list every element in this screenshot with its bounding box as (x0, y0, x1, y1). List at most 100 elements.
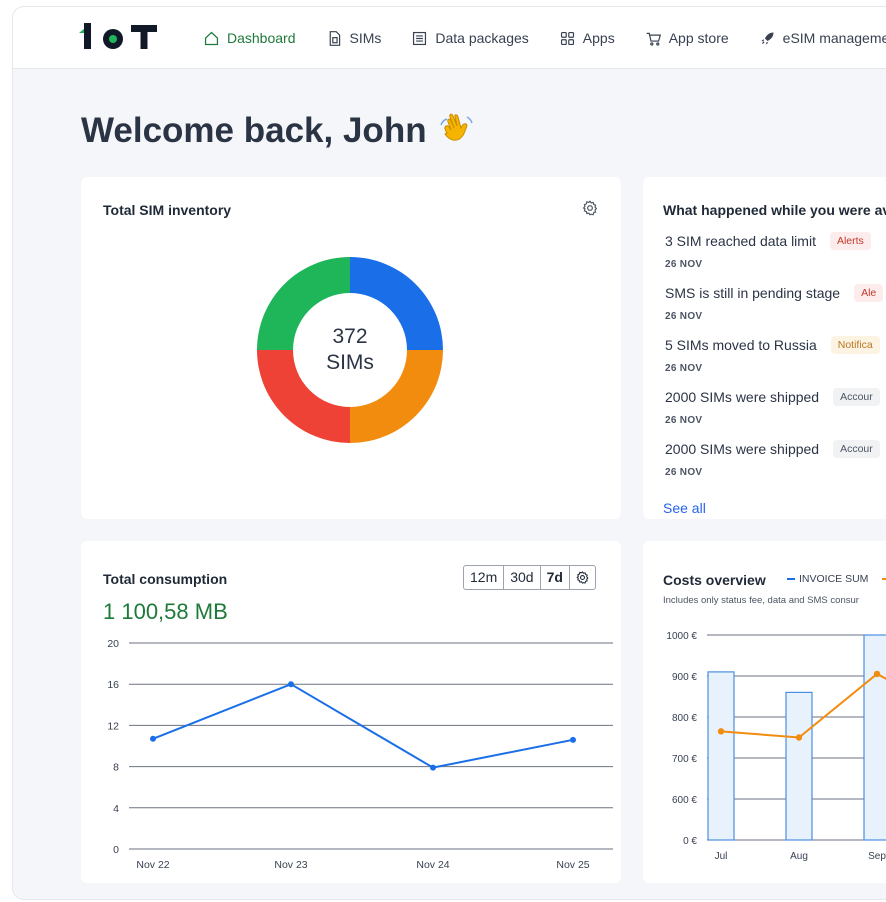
event-item[interactable]: SMS is still in pending stage Ale (665, 284, 884, 302)
consumption-total: 1 100,58 MB (103, 599, 228, 624)
page-title: Welcome back, John (81, 111, 427, 150)
range-selector: 12m 30d 7d (463, 565, 596, 590)
settings-gear-icon (576, 571, 589, 584)
event-date: 26 NOV (665, 467, 703, 478)
see-all-link[interactable]: See all (663, 500, 706, 516)
event-tag: Ale (854, 284, 884, 302)
range-option-7d[interactable]: 7d (541, 566, 570, 589)
y-tick-label: 4 (113, 803, 119, 815)
consumption-card: Total consumption 1 100,58 MB 12m 30d 7d… (81, 541, 621, 883)
app-window: Dashboard SIMs Data packages Apps App st… (12, 6, 886, 900)
event-date: 26 NOV (665, 363, 703, 374)
card-title: Total SIM inventory (103, 202, 232, 218)
legend-item-invoice[interactable]: INVOICE SUM (787, 573, 868, 585)
nav-item-dashboard[interactable]: Dashboard (203, 30, 296, 47)
settings-gear-icon[interactable] (581, 199, 599, 217)
event-tag: Notifica (830, 336, 880, 354)
sim-inventory-card: Total SIM inventory 372 SIMs (81, 177, 621, 519)
nav-item-esim-management[interactable]: eSIM manageme (759, 30, 886, 47)
event-text: 3 SIM reached data limit (665, 233, 816, 249)
top-navigation-bar: Dashboard SIMs Data packages Apps App st… (13, 7, 886, 69)
card-title: Total consumption (103, 571, 228, 587)
package-icon (413, 31, 427, 45)
x-tick-label: Aug (790, 851, 808, 862)
nav-label: SIMs (349, 30, 382, 46)
card-title: What happened while you were av (663, 202, 886, 218)
event-item[interactable]: 5 SIMs moved to Russia Notifica (665, 336, 880, 354)
data-point[interactable] (288, 681, 294, 688)
legend-item-second[interactable] (882, 573, 886, 585)
event-text: 5 SIMs moved to Russia (665, 337, 817, 353)
range-option-12m[interactable]: 12m (464, 566, 505, 589)
range-settings[interactable] (570, 566, 595, 589)
legend-swatch (787, 578, 795, 580)
event-tag: Accour (833, 388, 880, 406)
y-tick-label: 700 € (672, 754, 697, 765)
y-tick-label: 800 € (672, 713, 697, 724)
nav-label: Data packages (435, 30, 529, 46)
donut-center-label: 372 SIMs (295, 324, 405, 376)
1ot-logo[interactable] (79, 21, 159, 53)
y-tick-label: 0 (113, 844, 119, 856)
chart-note: Includes only status fee, data and SMS c… (663, 595, 859, 606)
invoice-bar[interactable] (863, 634, 886, 841)
nav-item-app-store[interactable]: App store (645, 30, 729, 47)
chart-legend: INVOICE SUM (787, 573, 886, 585)
event-date: 26 NOV (665, 259, 703, 270)
data-point[interactable] (873, 670, 881, 678)
invoice-bar[interactable] (785, 691, 813, 841)
y-tick-label: 600 € (672, 795, 697, 806)
cart-icon (646, 32, 661, 46)
nav-item-data-packages[interactable]: Data packages (411, 30, 529, 47)
consumption-series-line (152, 683, 574, 769)
rocket-icon (761, 32, 774, 44)
nav-item-sims[interactable]: SIMs (326, 30, 382, 47)
y-tick-label: 20 (107, 638, 119, 650)
main-nav: Dashboard SIMs Data packages Apps App st… (203, 7, 886, 69)
event-item[interactable]: 3 SIM reached data limit Alerts (665, 232, 871, 250)
sim-card-icon (329, 30, 340, 46)
y-tick-label: 16 (107, 679, 119, 691)
data-point[interactable] (795, 734, 803, 741)
waving-hand-icon (439, 113, 473, 141)
data-point[interactable] (150, 735, 156, 742)
y-tick-label: 900 € (672, 672, 697, 683)
costs-bar-chart: 0 € 600 € 700 € 800 € 900 € 1000 € Jul Aug Sep (666, 631, 886, 862)
costs-card: Costs overview INVOICE SUM Includes only… (643, 541, 886, 883)
x-tick-label: Nov 25 (556, 859, 589, 871)
card-title: Costs overview (663, 572, 766, 588)
sim-unit: SIMs (326, 351, 374, 374)
event-date: 26 NOV (665, 311, 703, 322)
data-point[interactable] (717, 728, 725, 735)
nav-label: eSIM manageme (782, 30, 886, 46)
event-text: 2000 SIMs were shipped (665, 441, 820, 457)
y-tick-label: 8 (113, 762, 119, 774)
home-icon (204, 31, 219, 45)
nav-label: App store (668, 30, 729, 46)
invoice-bar[interactable] (707, 671, 735, 841)
event-tag: Accour (833, 440, 880, 458)
legend-label: INVOICE SUM (799, 573, 869, 585)
range-option-30d[interactable]: 30d (504, 566, 541, 589)
x-tick-label: Nov 22 (136, 859, 169, 871)
x-tick-label: Sep (868, 851, 886, 862)
event-date: 26 NOV (665, 415, 703, 426)
data-point[interactable] (430, 764, 436, 771)
event-text: SMS is still in pending stage (665, 285, 841, 301)
activity-feed-card: What happened while you were av 3 SIM re… (643, 177, 886, 519)
x-tick-label: Jul (715, 851, 728, 862)
consumption-line-chart: 0 4 8 12 16 20 Nov 22 Nov 23 Nov 24 Nov 25 (107, 638, 613, 871)
y-tick-label: 1000 € (666, 631, 697, 642)
event-item[interactable]: 2000 SIMs were shipped Accour (665, 388, 880, 406)
x-tick-label: Nov 23 (274, 859, 307, 871)
nav-label: Apps (582, 30, 615, 46)
data-point[interactable] (570, 736, 576, 743)
apps-grid-icon (560, 31, 574, 45)
event-tag: Alerts (829, 232, 871, 250)
nav-item-apps[interactable]: Apps (559, 30, 615, 47)
event-text: 2000 SIMs were shipped (665, 389, 820, 405)
welcome-heading: Welcome back, John (81, 111, 477, 151)
x-tick-label: Nov 24 (416, 859, 449, 871)
event-item[interactable]: 2000 SIMs were shipped Accour (665, 440, 880, 458)
y-tick-label: 12 (107, 720, 119, 732)
